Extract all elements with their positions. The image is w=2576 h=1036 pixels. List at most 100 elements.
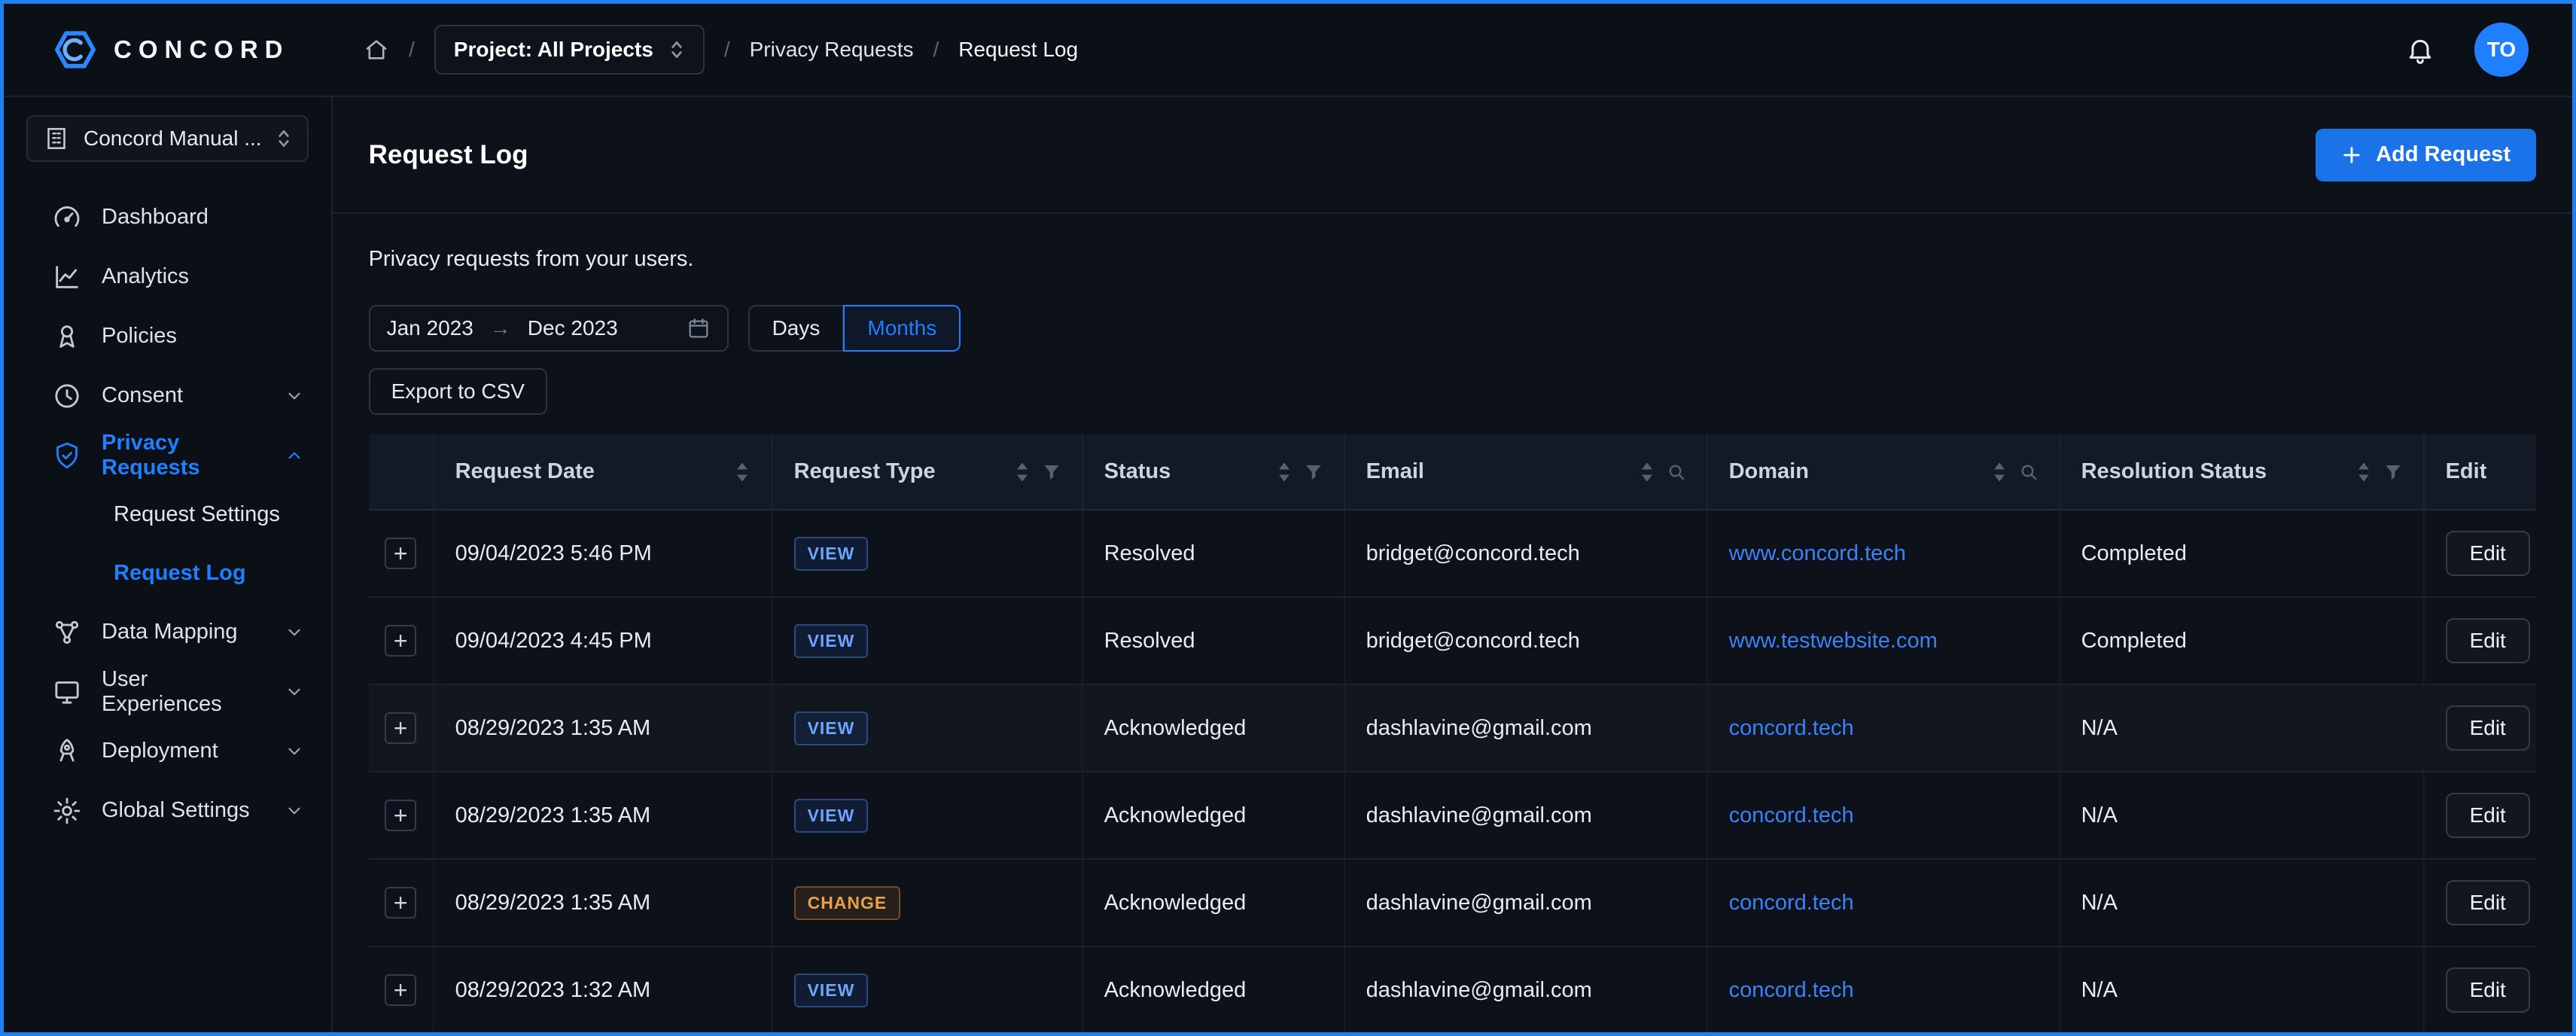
logo: CONCORD	[4, 29, 327, 70]
sort-icon[interactable]	[1991, 462, 2008, 483]
page-title: Request Log	[369, 140, 528, 170]
export-csv-button[interactable]: Export to CSV	[369, 368, 547, 415]
plus-icon	[2341, 145, 2362, 166]
edit-button[interactable]: Edit	[2446, 531, 2530, 576]
cell-email: dashlavine@gmail.com	[1344, 859, 1707, 946]
expand-row-button[interactable]: +	[385, 974, 416, 1006]
sidebar-item-user-experiences[interactable]: User Experiences	[4, 662, 331, 721]
expand-row-button[interactable]: +	[385, 712, 416, 744]
sidebar-item-consent[interactable]: Consent	[4, 366, 331, 425]
expand-column-header	[369, 434, 434, 510]
main-content: Request Log Add Request Privacy requests…	[333, 97, 2572, 1032]
cell-edit: Edit	[2424, 772, 2536, 859]
cell-request-type: VIEW	[772, 510, 1082, 597]
date-range-start[interactable]: Jan 2023	[387, 316, 473, 340]
filter-icon[interactable]	[1043, 463, 1061, 481]
sidebar-item-policies[interactable]: Policies	[4, 306, 331, 366]
notifications-bell-icon[interactable]	[2405, 35, 2435, 65]
cell-domain: www.testwebsite.com	[1707, 597, 2060, 684]
domain-link[interactable]: concord.tech	[1729, 716, 1854, 740]
calendar-icon	[687, 316, 711, 340]
expand-row-button[interactable]: +	[385, 887, 416, 919]
sort-icon[interactable]	[1639, 462, 1655, 483]
sidebar-item-privacy-requests[interactable]: Privacy Requests	[4, 425, 331, 485]
sidebar-item-dashboard[interactable]: Dashboard	[4, 187, 331, 247]
edit-button[interactable]: Edit	[2446, 705, 2530, 751]
cell-resolution-status: Completed	[2060, 597, 2424, 684]
cell-request-type: CHANGE	[772, 859, 1082, 946]
workspace-selector[interactable]: Concord Manual ...	[26, 115, 309, 162]
sidebar-item-data-mapping[interactable]: Data Mapping	[4, 602, 331, 662]
column-header-request-type[interactable]: Request Type	[772, 434, 1082, 510]
expand-row-button[interactable]: +	[385, 800, 416, 831]
chevron-down-icon	[285, 623, 304, 642]
date-range-end[interactable]: Dec 2023	[528, 316, 618, 340]
table-header-row: Request Date	[369, 434, 2536, 510]
cell-request-type: VIEW	[772, 772, 1082, 859]
rocket-icon	[52, 736, 82, 766]
sort-icon[interactable]	[1014, 462, 1031, 483]
cell-email: dashlavine@gmail.com	[1344, 684, 1707, 772]
domain-link[interactable]: www.concord.tech	[1729, 541, 1906, 565]
cell-edit: Edit	[2424, 597, 2536, 684]
breadcrumb-privacy-requests[interactable]: Privacy Requests	[750, 38, 914, 62]
chevron-down-icon	[285, 386, 304, 406]
user-avatar[interactable]: TO	[2474, 23, 2529, 77]
table-row: + 09/04/2023 4:45 PM VIEW Resolved bridg…	[369, 597, 2536, 684]
cell-resolution-status: N/A	[2060, 859, 2424, 946]
request-type-badge: VIEW	[794, 537, 869, 571]
edit-button[interactable]: Edit	[2446, 967, 2530, 1013]
filter-icon[interactable]	[2384, 463, 2402, 481]
domain-link[interactable]: www.testwebsite.com	[1729, 629, 1938, 653]
sidebar-subitem-request-settings[interactable]: Request Settings	[4, 485, 331, 544]
domain-link[interactable]: concord.tech	[1729, 978, 1854, 1002]
domain-link[interactable]: concord.tech	[1729, 803, 1854, 827]
cell-domain: concord.tech	[1707, 684, 2060, 772]
domain-link[interactable]: concord.tech	[1729, 891, 1854, 915]
filter-icon[interactable]	[1305, 463, 1323, 481]
column-header-status[interactable]: Status	[1082, 434, 1344, 510]
edit-button[interactable]: Edit	[2446, 793, 2530, 838]
breadcrumb-separator: /	[409, 38, 415, 62]
logo-text: CONCORD	[114, 35, 290, 64]
days-toggle-button[interactable]: Days	[748, 305, 844, 352]
cell-domain: www.concord.tech	[1707, 510, 2060, 597]
sort-icon[interactable]	[734, 462, 751, 483]
home-icon[interactable]	[364, 37, 389, 62]
cell-email: dashlavine@gmail.com	[1344, 772, 1707, 859]
page-subtitle: Privacy requests from your users.	[369, 247, 2536, 272]
column-header-request-date[interactable]: Request Date	[434, 434, 772, 510]
table-row: + 08/29/2023 1:35 AM VIEW Acknowledged d…	[369, 684, 2536, 772]
gear-icon	[52, 796, 82, 826]
top-header: CONCORD / Project: All Projects / Privac…	[4, 4, 2572, 97]
column-header-resolution-status[interactable]: Resolution Status	[2060, 434, 2424, 510]
cell-request-date: 08/29/2023 1:35 AM	[434, 684, 772, 772]
chevron-down-icon	[285, 801, 304, 821]
edit-button[interactable]: Edit	[2446, 618, 2530, 663]
expand-row-button[interactable]: +	[385, 625, 416, 657]
add-request-button[interactable]: Add Request	[2316, 129, 2536, 181]
date-range-arrow: →	[490, 316, 511, 340]
cell-request-date: 09/04/2023 4:45 PM	[434, 597, 772, 684]
edit-button[interactable]: Edit	[2446, 880, 2530, 925]
search-icon[interactable]	[1667, 463, 1685, 481]
sidebar-item-global-settings[interactable]: Global Settings	[4, 781, 331, 840]
breadcrumb-request-log: Request Log	[958, 38, 1078, 62]
column-header-domain[interactable]: Domain	[1707, 434, 2060, 510]
page-header: Request Log Add Request	[333, 97, 2572, 214]
chevron-down-icon	[285, 742, 304, 761]
sidebar-subitem-request-log[interactable]: Request Log	[4, 544, 331, 602]
date-range-picker[interactable]: Jan 2023 → Dec 2023	[369, 305, 729, 352]
sidebar-item-analytics[interactable]: Analytics	[4, 247, 331, 306]
gauge-icon	[52, 203, 82, 233]
sort-icon[interactable]	[2355, 462, 2372, 483]
months-toggle-button[interactable]: Months	[843, 305, 961, 352]
request-type-badge: CHANGE	[794, 886, 901, 920]
expand-row-button[interactable]: +	[385, 538, 416, 569]
cell-resolution-status: N/A	[2060, 684, 2424, 772]
sidebar-item-deployment[interactable]: Deployment	[4, 721, 331, 781]
search-icon[interactable]	[2020, 463, 2038, 481]
column-header-email[interactable]: Email	[1344, 434, 1707, 510]
project-selector[interactable]: Project: All Projects	[434, 25, 705, 75]
sort-icon[interactable]	[1276, 462, 1293, 483]
